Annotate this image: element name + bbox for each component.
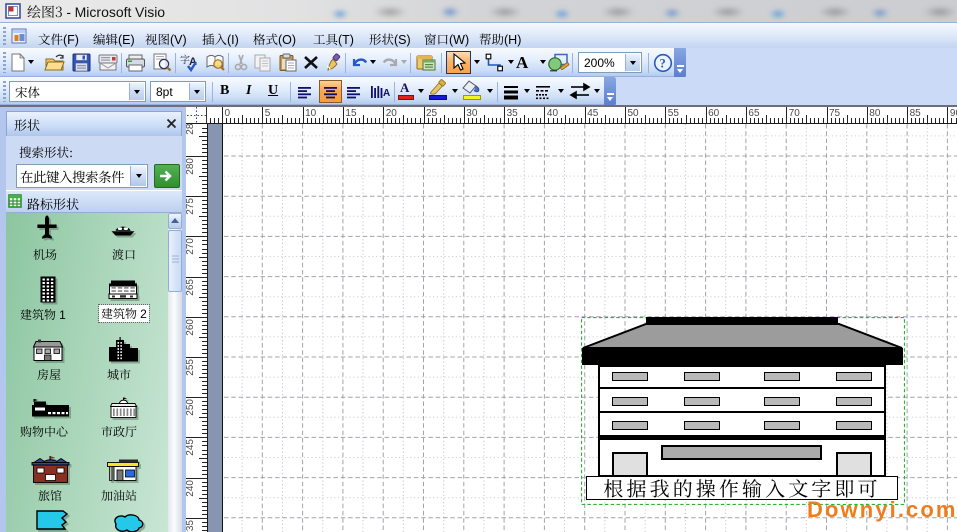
svg-text:?: ? [660, 57, 666, 71]
svg-text:A: A [383, 88, 390, 99]
